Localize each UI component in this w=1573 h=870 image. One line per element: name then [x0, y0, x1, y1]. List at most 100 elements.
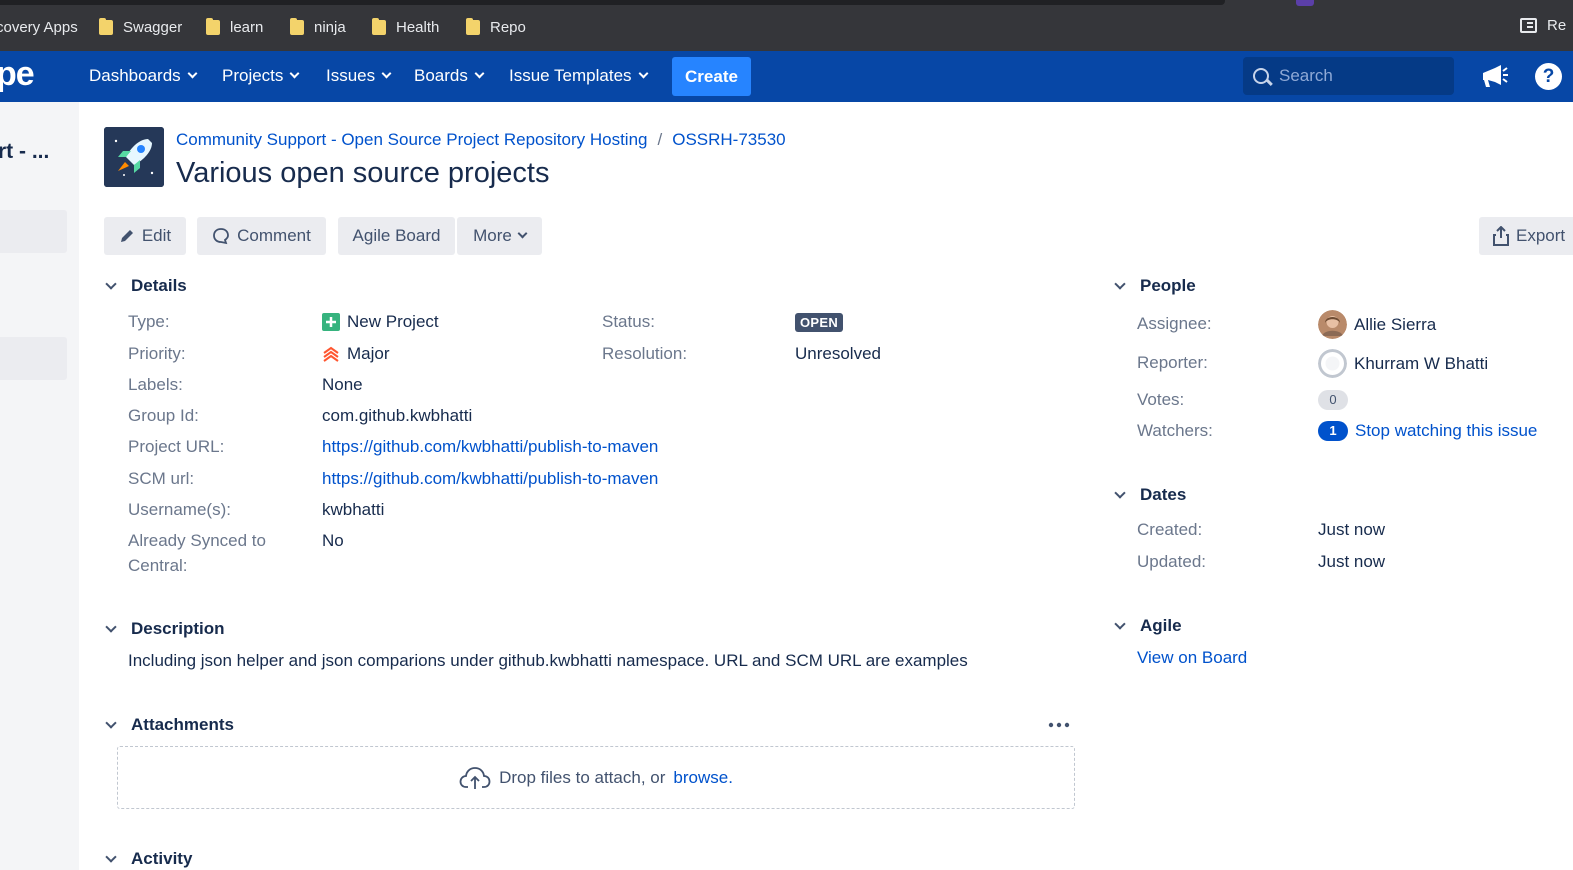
people-heading[interactable]: People	[1113, 276, 1196, 296]
comment-label: Comment	[237, 226, 311, 245]
chevron-down-icon	[474, 68, 485, 79]
username-label: Username(s):	[128, 500, 231, 519]
collapse-toggle-icon	[1113, 279, 1128, 294]
updated-value: Just now	[1318, 552, 1386, 571]
collapse-toggle-icon	[104, 852, 119, 867]
nav-boards[interactable]: Boards	[414, 66, 485, 86]
folder-icon	[99, 17, 113, 35]
dates-heading[interactable]: Dates	[1113, 485, 1186, 505]
scm-url-link[interactable]: https://github.com/kwbhatti/publish-to-m…	[322, 469, 658, 489]
bookmark-apps[interactable]: covery Apps	[0, 17, 78, 37]
nav-label: Dashboards	[89, 66, 181, 85]
activity-heading[interactable]: Activity	[104, 849, 192, 869]
attachments-heading[interactable]: Attachments	[104, 715, 234, 735]
reporter-value[interactable]: Khurram W Bhatti	[1318, 349, 1488, 378]
avatar	[1318, 349, 1347, 378]
collapse-toggle-icon	[104, 279, 119, 294]
username-value: kwbhatti	[322, 500, 385, 519]
nav-dashboards[interactable]: Dashboards	[89, 66, 198, 86]
breadcrumb-issue-key[interactable]: OSSRH-73530	[672, 130, 785, 150]
status-value: OPEN	[795, 313, 844, 332]
breadcrumb: Community Support - Open Source Project …	[176, 130, 786, 150]
search-box[interactable]	[1243, 57, 1454, 95]
edit-button[interactable]: Edit	[104, 217, 186, 255]
agile-heading[interactable]: Agile	[1113, 616, 1182, 636]
bookmark-swagger[interactable]: Swagger	[99, 17, 182, 37]
new-project-icon	[322, 313, 340, 331]
bookmark-health[interactable]: Health	[372, 17, 439, 37]
bookmarks-bar: covery Apps Swagger learn ninja Health R…	[0, 0, 1573, 51]
chevron-down-icon	[187, 68, 198, 79]
view-on-board-link[interactable]: View on Board	[1137, 648, 1247, 668]
extension-badge[interactable]	[1296, 0, 1314, 6]
folder-icon	[206, 17, 220, 35]
bookmark-label: Swagger	[123, 18, 183, 36]
bookmark-label: ninja	[314, 18, 346, 36]
priority-value: Major	[322, 344, 390, 364]
project-url-label: Project URL:	[128, 437, 225, 456]
chevron-down-icon	[517, 228, 528, 239]
comment-icon	[213, 228, 230, 245]
chevron-down-icon	[381, 68, 392, 79]
group-id-value: com.github.kwbhatti	[322, 406, 473, 425]
breadcrumb-separator: /	[657, 130, 663, 149]
help-icon[interactable]: ?	[1535, 63, 1562, 90]
description-text[interactable]: Including json helper and json comparion…	[128, 651, 968, 671]
site-logo[interactable]: pe	[0, 55, 35, 94]
created-value: Just now	[1318, 520, 1386, 539]
watchers-count-badge[interactable]: 1	[1318, 421, 1348, 441]
bookmark-label: learn	[230, 18, 264, 36]
synced-label-line1: Already Synced to	[128, 531, 266, 550]
create-button[interactable]: Create	[672, 57, 751, 96]
bookmark-label: Repo	[490, 18, 526, 36]
stop-watching-link[interactable]: Stop watching this issue	[1355, 421, 1537, 441]
assignee-value[interactable]: Allie Sierra	[1318, 310, 1436, 339]
attachment-dropzone[interactable]: Drop files to attach, or browse.	[117, 746, 1075, 809]
announcement-icon[interactable]	[1480, 63, 1508, 89]
sidebar-project-name[interactable]: rt - ...	[0, 140, 49, 164]
reporter-name: Khurram W Bhatti	[1354, 353, 1489, 373]
status-badge: OPEN	[795, 313, 844, 332]
resolution-value: Unresolved	[795, 344, 881, 363]
reading-list[interactable]: Re	[1520, 17, 1566, 34]
reporter-label: Reporter:	[1137, 353, 1208, 372]
search-icon	[1253, 68, 1269, 84]
labels-label: Labels:	[128, 375, 183, 394]
more-button[interactable]: More	[457, 217, 542, 255]
votes-value[interactable]: 0	[1318, 390, 1348, 410]
nav-issue-templates[interactable]: Issue Templates	[509, 66, 648, 86]
browse-link[interactable]: browse.	[673, 768, 733, 788]
assignee-label: Assignee:	[1137, 314, 1212, 333]
sidebar-item[interactable]	[0, 337, 67, 380]
more-options-icon[interactable]	[1048, 719, 1070, 731]
collapse-toggle-icon	[1113, 619, 1128, 634]
bookmark-learn[interactable]: learn	[206, 17, 263, 37]
details-heading[interactable]: Details	[104, 276, 187, 296]
comment-button[interactable]: Comment	[197, 217, 326, 255]
attachments-heading-label: Attachments	[131, 715, 234, 734]
nav-issues[interactable]: Issues	[326, 66, 392, 86]
description-heading[interactable]: Description	[104, 619, 225, 639]
details-heading-label: Details	[131, 276, 187, 295]
sidebar-item[interactable]	[0, 210, 67, 253]
project-url-link[interactable]: https://github.com/kwbhatti/publish-to-m…	[322, 437, 658, 457]
description-heading-label: Description	[131, 619, 225, 638]
search-input[interactable]	[1279, 66, 1439, 86]
issue-title[interactable]: Various open source projects	[176, 157, 549, 190]
assignee-name: Allie Sierra	[1354, 314, 1437, 334]
reading-list-icon	[1520, 18, 1537, 33]
bookmark-repo[interactable]: Repo	[466, 17, 526, 37]
bookmark-label: covery Apps	[0, 18, 78, 36]
agile-board-button[interactable]: Agile Board	[338, 217, 455, 255]
priority-major-icon	[323, 346, 339, 362]
priority-text: Major	[347, 344, 390, 363]
export-button[interactable]: Export	[1479, 217, 1573, 255]
nav-projects[interactable]: Projects	[222, 66, 300, 86]
chevron-down-icon	[289, 68, 300, 79]
project-avatar[interactable]	[104, 127, 164, 187]
more-label: More	[473, 226, 512, 245]
bookmark-ninja[interactable]: ninja	[290, 17, 346, 37]
type-value: New Project	[322, 312, 439, 332]
breadcrumb-project-link[interactable]: Community Support - Open Source Project …	[176, 130, 647, 150]
activity-heading-label: Activity	[131, 849, 193, 868]
